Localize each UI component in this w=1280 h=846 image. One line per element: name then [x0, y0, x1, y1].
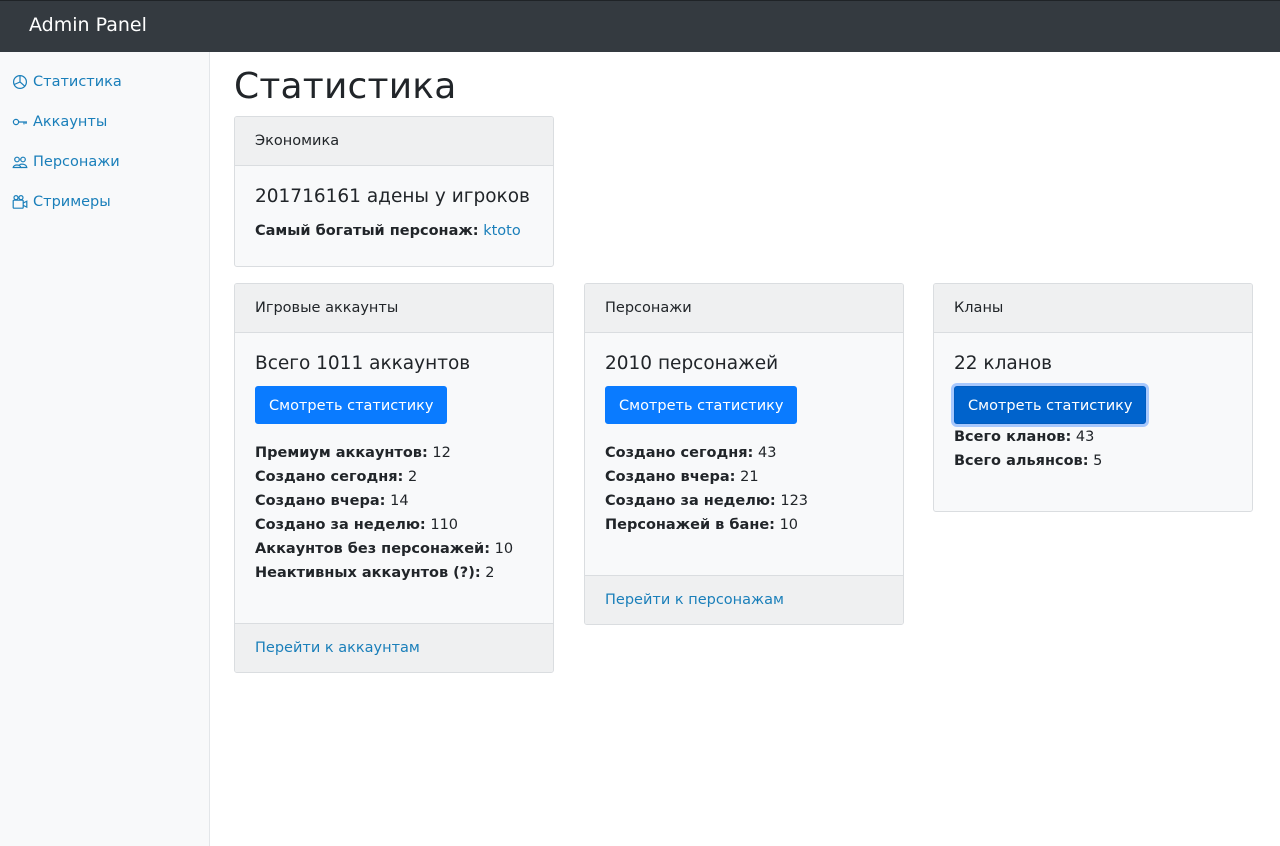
card-body: 201716161 адены у игроков Самый богатый … [235, 166, 553, 261]
sidebar-item-label: Статистика [33, 74, 122, 90]
stats-list: Всего кланов: 43 Всего альянсов: 5 [954, 425, 1232, 473]
stats-list: Создано сегодня: 43 Создано вчера: 21 Со… [605, 441, 883, 537]
stat-value: 2 [485, 565, 495, 581]
characters-card: Персонажи 2010 персонажей Смотреть стати… [584, 283, 904, 625]
stat-value: 110 [430, 517, 459, 533]
stat-value: 2 [407, 469, 418, 485]
card-title: 201716161 адены у игроков [255, 186, 530, 207]
stat-label: Создано сегодня: [605, 445, 754, 461]
card-title: Всего 1011 аккаунтов [255, 353, 471, 374]
card-footer: Перейти к персонажам [585, 575, 903, 624]
stat-row: Создано сегодня: 2 [255, 465, 533, 489]
stat-row: Создано сегодня: 43 [605, 441, 883, 465]
top-navbar: Admin Panel [0, 0, 1280, 52]
stat-value: 5 [1093, 453, 1103, 469]
accounts-stats-button[interactable]: Смотреть статистику [255, 386, 448, 424]
stat-value: 123 [780, 493, 809, 509]
card-body: Всего 1011 аккаунтов Смотреть статистику… [235, 333, 553, 603]
stat-label: Создано за неделю: [255, 517, 426, 533]
stat-value: 12 [432, 445, 451, 461]
card-header: Кланы [934, 284, 1252, 333]
stat-row: Создано за неделю: 123 [605, 489, 883, 513]
card-footer: Перейти к аккаунтам [235, 623, 553, 672]
main-content: Статистика Экономика 201716161 адены у и… [210, 52, 1280, 846]
sidebar-item-statistics[interactable]: Статистика [12, 70, 122, 94]
stat-label: Всего кланов: [954, 429, 1072, 445]
stat-label: Создано вчера: [605, 469, 736, 485]
stat-label: Неактивных аккаунтов (?): [255, 565, 481, 581]
sidebar: Статистика Аккаунты Персонажи Стримеры [0, 52, 210, 846]
economy-card: Экономика 201716161 адены у игроков Самы… [234, 116, 554, 267]
pie-chart-icon [12, 74, 28, 90]
sidebar-item-streamers[interactable]: Стримеры [12, 190, 111, 214]
stat-value: 21 [740, 469, 759, 485]
page-title: Статистика [234, 66, 457, 107]
card-header: Персонажи [585, 284, 903, 333]
stat-row: Неактивных аккаунтов (?): 2 [255, 561, 533, 585]
stat-row: Всего альянсов: 5 [954, 449, 1232, 473]
stat-value: 10 [494, 541, 514, 557]
card-title: 22 кланов [954, 353, 1053, 374]
stat-label: Аккаунтов без персонажей: [255, 541, 490, 557]
stat-label: Самый богатый персонаж: [255, 223, 479, 239]
sidebar-item-label: Персонажи [33, 154, 120, 170]
stat-row: Всего кланов: 43 [954, 425, 1232, 449]
stat-row: Создано вчера: 14 [255, 489, 533, 513]
card-body: 22 кланов Смотреть статистику Всего клан… [934, 333, 1252, 491]
stat-value: 10 [779, 517, 799, 533]
characters-stats-button[interactable]: Смотреть статистику [605, 386, 798, 424]
stat-value: 43 [1075, 429, 1095, 445]
go-to-accounts-link[interactable]: Перейти к аккаунтам [255, 640, 420, 656]
users-icon [12, 156, 28, 169]
stat-label: Персонажей в бане: [605, 517, 775, 533]
clans-stats-button[interactable]: Смотреть статистику [954, 386, 1147, 424]
stat-label: Всего альянсов: [954, 453, 1089, 469]
stats-list: Премиум аккаунтов: 12 Создано сегодня: 2… [255, 441, 533, 585]
card-body: 2010 персонажей Смотреть статистику Созд… [585, 333, 903, 555]
go-to-characters-link[interactable]: Перейти к персонажам [605, 592, 784, 608]
stat-value: 43 [757, 445, 777, 461]
stat-label: Создано вчера: [255, 493, 386, 509]
accounts-card: Игровые аккаунты Всего 1011 аккаунтов См… [234, 283, 554, 673]
sidebar-item-label: Аккаунты [33, 114, 108, 130]
video-camera-icon [12, 194, 28, 209]
stat-row: Премиум аккаунтов: 12 [255, 441, 533, 465]
card-header: Игровые аккаунты [235, 284, 553, 333]
sidebar-item-label: Стримеры [33, 194, 111, 210]
stat-row: Персонажей в бане: 10 [605, 513, 883, 537]
richest-character: Самый богатый персонаж: ktoto [255, 219, 533, 243]
stat-row: Создано за неделю: 110 [255, 513, 533, 537]
clans-card: Кланы 22 кланов Смотреть статистику Всег… [933, 283, 1253, 512]
stat-value: 14 [390, 493, 409, 509]
stat-label: Создано за неделю: [605, 493, 776, 509]
card-title: 2010 персонажей [605, 353, 779, 374]
stat-row: Создано вчера: 21 [605, 465, 883, 489]
stat-row: Аккаунтов без персонажей: 10 [255, 537, 533, 561]
sidebar-item-characters[interactable]: Персонажи [12, 150, 120, 174]
stat-label: Создано сегодня: [255, 469, 404, 485]
sidebar-item-accounts[interactable]: Аккаунты [12, 110, 107, 134]
key-icon [12, 118, 27, 126]
card-header: Экономика [235, 117, 553, 166]
brand-title[interactable]: Admin Panel [29, 14, 147, 36]
stat-label: Премиум аккаунтов: [255, 445, 428, 461]
richest-character-link[interactable]: ktoto [483, 223, 521, 239]
